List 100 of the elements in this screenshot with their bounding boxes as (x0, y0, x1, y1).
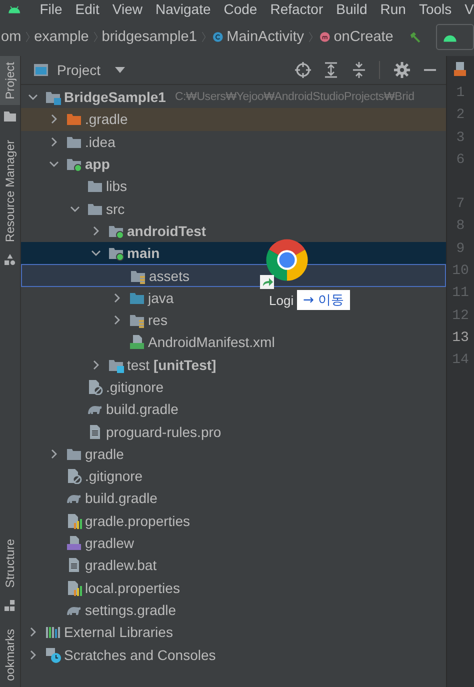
item-name: gradlew (85, 535, 134, 552)
tree-item[interactable]: test [unitTest] (21, 354, 222, 376)
item-name: libs (106, 178, 128, 194)
item-name: AndroidManifest.xml (148, 334, 275, 350)
method-icon (320, 30, 330, 44)
item-name: build.gradle (85, 490, 158, 506)
tree-item[interactable]: gradle.properties (21, 510, 196, 532)
line-number: 13 (452, 328, 469, 348)
properties-file-icon (66, 580, 82, 596)
menu-item[interactable]: Navigate (155, 1, 211, 17)
item-name: proguard-rules.pro (106, 424, 222, 440)
item-name: build.gradle (106, 401, 178, 418)
tree-item[interactable]: External Libraries (21, 621, 179, 644)
module-folder-icon (108, 245, 124, 262)
item-name: src (106, 200, 125, 217)
item-name: Scratches and Consoles (64, 646, 216, 663)
menu-item[interactable]: Edit (75, 1, 100, 17)
caret-icon[interactable] (114, 67, 125, 73)
expand-all-icon[interactable] (323, 62, 339, 78)
item-name: assets (149, 268, 190, 284)
tree-item[interactable]: .gitignore (21, 376, 170, 398)
manifest-file-icon (129, 334, 145, 350)
breadcrumb[interactable]: om (1, 29, 22, 45)
menu-item[interactable]: Refactor (270, 1, 324, 17)
menu-item[interactable]: V (464, 1, 474, 17)
item-name: External Libraries (64, 624, 173, 640)
item-name: java (148, 290, 174, 306)
menu-item[interactable]: File (40, 1, 62, 17)
item-name: settings.gradle (85, 602, 176, 618)
tree-item[interactable]: AndroidManifest.xml (21, 331, 281, 354)
tooltip: → 이동 (297, 290, 350, 310)
menu-item[interactable]: Tools (418, 1, 452, 17)
item-name: .gradle (85, 111, 128, 128)
ignore-file-icon (87, 379, 103, 395)
script-file-icon (66, 535, 82, 552)
run-config-selector[interactable] (436, 24, 474, 50)
tree-item[interactable]: src (21, 197, 131, 220)
breadcrumb[interactable]: MainActivity (226, 29, 304, 45)
breadcrumb[interactable]: example (34, 29, 89, 45)
shapes-icon (4, 254, 16, 266)
structure-icon (4, 600, 16, 611)
tree-item[interactable]: assets (21, 264, 446, 287)
properties-file-icon (66, 512, 82, 529)
side-tab[interactable]: Project (0, 56, 20, 106)
collapse-all-icon[interactable] (351, 62, 367, 78)
resource-folder-icon (129, 312, 145, 328)
side-tab[interactable]: Resource Manager (0, 134, 20, 248)
side-tab[interactable]: ookmarks (0, 622, 20, 687)
tree-item[interactable]: build.gradle (21, 487, 164, 510)
tree-item[interactable]: app (21, 152, 116, 176)
item-name: gradle (85, 446, 124, 462)
text-file-icon (87, 424, 103, 440)
tree-item[interactable]: libs (21, 175, 134, 198)
tree-item[interactable]: java (21, 286, 180, 309)
share-arrow-icon (260, 275, 274, 289)
menu-item[interactable]: Run (380, 1, 406, 17)
item-name: .idea (85, 134, 116, 150)
menu-item[interactable]: Build (336, 1, 368, 17)
settings-icon[interactable] (394, 62, 410, 78)
tree-item[interactable]: BridgeSample1 C:₩Users₩Yejoo₩AndroidStudioProjects₩Brid (21, 86, 420, 108)
side-tab[interactable]: Structure (0, 533, 20, 594)
tree-item[interactable]: gradlew (21, 532, 140, 554)
item-name: androidTest (127, 222, 206, 239)
item-name: BridgeSample1 (64, 89, 166, 106)
tree-item[interactable]: androidTest (21, 220, 212, 242)
module-folder-icon (66, 156, 82, 172)
tree-item[interactable]: main (21, 242, 446, 264)
tree-item[interactable]: .idea (21, 130, 122, 153)
file-icon (454, 62, 466, 76)
panel-title[interactable]: Project (57, 62, 101, 78)
menu-item[interactable]: View (112, 1, 142, 17)
tree-item[interactable]: .gitignore (21, 465, 149, 488)
tree-item[interactable]: gradlew.bat (21, 554, 163, 577)
item-name: gradle.properties (85, 512, 190, 529)
item-name: app (85, 156, 110, 172)
menu-item[interactable]: Code (224, 1, 258, 17)
folder-icon (66, 111, 82, 128)
tree-item[interactable]: Scratches and Consoles (21, 643, 222, 666)
ignore-file-icon (66, 468, 82, 484)
project-path: C:₩Users₩Yejoo₩AndroidStudioProjects₩Brid (174, 91, 414, 104)
locate-icon[interactable] (295, 62, 311, 78)
tree-item[interactable]: .gradle (21, 108, 446, 131)
tree-item[interactable]: proguard-rules.pro (21, 420, 228, 443)
breadcrumb[interactable]: bridgesample1 (102, 29, 197, 45)
window-icon (33, 62, 49, 78)
item-name: .gitignore (106, 379, 164, 395)
text-file-icon (66, 557, 82, 574)
item-name: gradlew.bat (85, 557, 157, 574)
scratches-icon (45, 646, 61, 663)
android-icon[interactable] (8, 4, 21, 14)
tree-item[interactable]: res (21, 308, 174, 332)
breadcrumb[interactable]: onCreate (334, 29, 394, 45)
item-name: .gitignore (85, 468, 143, 484)
class-icon (212, 30, 223, 44)
folder-icon (87, 178, 103, 194)
tree-item[interactable]: local.properties (21, 576, 186, 599)
tree-item[interactable]: settings.gradle (21, 598, 182, 622)
item-name: main (127, 245, 160, 262)
tree-item[interactable]: gradle (21, 442, 130, 466)
tree-item[interactable]: build.gradle (21, 398, 184, 420)
